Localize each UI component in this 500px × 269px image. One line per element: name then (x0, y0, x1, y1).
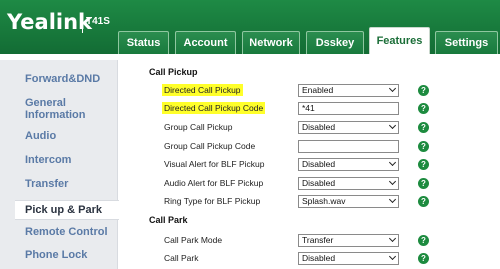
help-icon[interactable]: ? (418, 253, 429, 264)
audio-alert-blf-pickup-select[interactable]: Disabled (298, 177, 399, 190)
sidebar-item-forward-dnd[interactable]: Forward&DND (0, 73, 118, 85)
chevron-down-icon (388, 84, 397, 93)
group-call-pickup-code-input[interactable] (298, 140, 399, 153)
select-value: Disabled (302, 178, 336, 188)
sidebar-item-remote-control[interactable]: Remote Control (0, 226, 118, 238)
chevron-down-icon (388, 252, 397, 261)
call-park-mode-select[interactable]: Transfer (298, 234, 399, 247)
directed-call-pickup-select[interactable]: Enabled (298, 84, 399, 97)
call-park-select[interactable]: Disabled (298, 252, 399, 265)
tab-status[interactable]: Status (118, 31, 169, 54)
label-call-park-mode: Call Park Mode (164, 235, 223, 245)
label-group-call-pickup: Group Call Pickup (164, 122, 233, 132)
tab-dsskey[interactable]: Dsskey (306, 31, 364, 54)
ring-type-blf-pickup-select[interactable]: Splash.wav (298, 195, 399, 208)
chevron-down-icon (388, 158, 397, 167)
tab-features[interactable]: Features (369, 27, 430, 54)
label-group-call-pickup-code: Group Call Pickup Code (164, 141, 256, 151)
directed-call-pickup-code-input[interactable]: *41 (298, 102, 399, 115)
model-label: T41S (86, 16, 110, 27)
select-value: Disabled (302, 253, 336, 263)
chevron-down-icon (388, 121, 397, 130)
select-value: Enabled (302, 85, 334, 95)
main-content: Call Pickup Directed Call Pickup Enabled… (119, 60, 500, 269)
help-icon[interactable]: ? (418, 159, 429, 170)
help-icon[interactable]: ? (418, 103, 429, 114)
chevron-down-icon (388, 234, 397, 243)
sidebar: Forward&DND General Information Audio In… (0, 60, 119, 269)
chevron-down-icon (388, 177, 397, 186)
visual-alert-blf-pickup-select[interactable]: Disabled (298, 158, 399, 171)
sidebar-item-intercom[interactable]: Intercom (0, 154, 118, 166)
help-icon[interactable]: ? (418, 178, 429, 189)
tab-network[interactable]: Network (242, 31, 300, 54)
chevron-down-icon (388, 195, 397, 204)
select-value: Splash.wav (302, 196, 346, 206)
help-icon[interactable]: ? (418, 141, 429, 152)
label-directed-call-pickup-code: Directed Call Pickup Code (162, 102, 266, 114)
group-call-pickup-select[interactable]: Disabled (298, 121, 399, 134)
select-value: Transfer (302, 235, 334, 245)
yealink-logo: Yealink (7, 10, 93, 34)
label-call-park: Call Park (164, 253, 199, 263)
help-icon[interactable]: ? (418, 196, 429, 207)
sidebar-item-phone-lock[interactable]: Phone Lock (0, 249, 118, 261)
help-icon[interactable]: ? (418, 235, 429, 246)
section-title-call-pickup: Call Pickup (149, 67, 198, 77)
sidebar-item-general-information[interactable]: General Information (0, 97, 100, 121)
tab-settings[interactable]: Settings (435, 31, 498, 54)
label-directed-call-pickup: Directed Call Pickup (162, 84, 243, 96)
select-value: Disabled (302, 122, 336, 132)
sidebar-item-pickup-park[interactable]: Pick up & Park (15, 200, 119, 220)
label-ring-type-blf-pickup: Ring Type for BLF Pickup (164, 196, 261, 206)
logo-divider (82, 13, 83, 33)
top-header: Yealink T41S Status Account Network Dssk… (0, 0, 500, 58)
tab-account[interactable]: Account (175, 31, 236, 54)
help-icon[interactable]: ? (418, 122, 429, 133)
sidebar-item-audio[interactable]: Audio (0, 130, 118, 142)
select-value: Disabled (302, 159, 336, 169)
help-icon[interactable]: ? (418, 85, 429, 96)
label-audio-alert-blf-pickup: Audio Alert for BLF Pickup (164, 178, 264, 188)
sidebar-item-transfer[interactable]: Transfer (0, 178, 118, 190)
label-visual-alert-blf-pickup: Visual Alert for BLF Pickup (164, 159, 265, 169)
section-title-call-park: Call Park (149, 215, 188, 225)
